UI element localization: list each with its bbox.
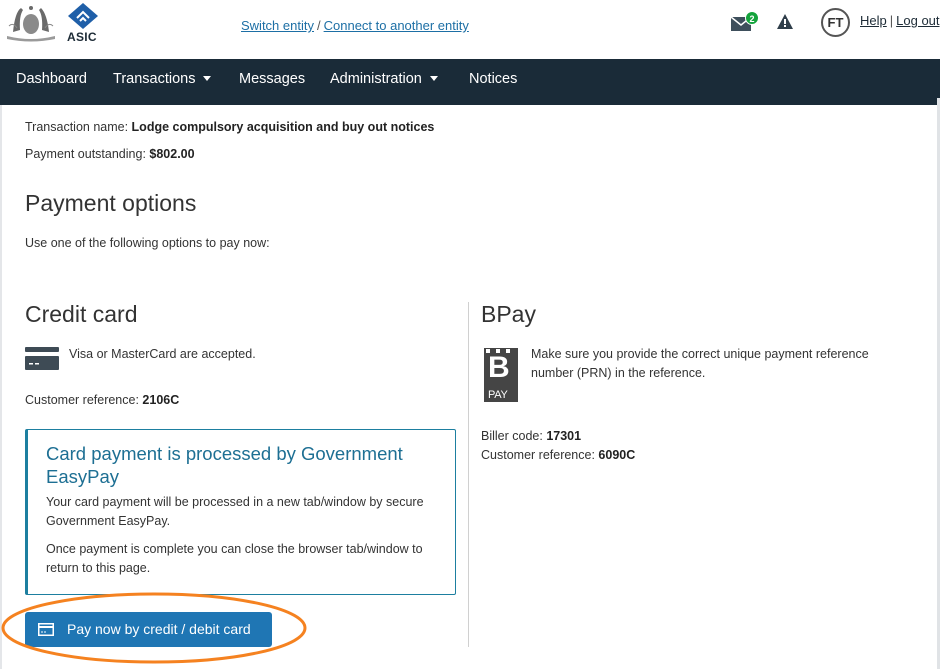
bpay-instructions: Make sure you provide the correct unique… (531, 347, 869, 380)
bpay-customer-reference-label: Customer reference: (481, 448, 595, 462)
logout-link[interactable]: Log out (896, 13, 939, 28)
alert-icon[interactable] (777, 14, 793, 29)
connect-entity-link[interactable]: Connect to another entity (324, 18, 469, 33)
nav-notices[interactable]: Notices (469, 59, 517, 105)
coat-of-arms-logo (7, 6, 55, 42)
easypay-return-note: Once payment is complete you can close t… (46, 542, 423, 575)
card-accepted-text: Visa or MasterCard are accepted. (69, 347, 256, 361)
unread-messages-badge: 2 (745, 11, 759, 25)
card-customer-reference-value: 2106C (142, 393, 180, 407)
switch-entity-link[interactable]: Switch entity (241, 18, 314, 33)
easypay-title: Card payment is processed by Government … (46, 443, 403, 487)
nav-transactions[interactable]: Transactions (113, 59, 212, 105)
easypay-info-box: Card payment is processed by Government … (25, 429, 456, 595)
credit-card-icon (38, 623, 54, 636)
easypay-description: Your card payment will be processed in a… (46, 495, 424, 528)
bpay-logo-b: B (488, 351, 510, 384)
help-link[interactable]: Help (860, 13, 887, 28)
help-separator: | (889, 13, 894, 28)
bpay-logo: B PAY (484, 348, 518, 402)
entity-links: Switch entity / Connect to another entity (241, 18, 469, 33)
caret-down-icon (429, 75, 438, 81)
help-logout-links: Help | Log out (860, 13, 940, 28)
bpay-biller-code-label: Biller code: (481, 429, 543, 443)
nav-dashboard[interactable]: Dashboard (16, 59, 87, 105)
bpay-heading: BPay (481, 301, 536, 327)
column-divider (468, 302, 469, 647)
credit-card-heading: Credit card (25, 301, 138, 327)
bpay-biller-code: Biller code: 17301 (481, 427, 581, 446)
card-customer-reference-label: Customer reference: (25, 393, 139, 407)
asic-logo-text: ASIC (67, 30, 97, 44)
payment-options-intro: Use one of the following options to pay … (25, 236, 270, 250)
bpay-customer-reference: Customer reference: 6090C (481, 446, 635, 465)
bpay-logo-text: PAY (488, 389, 508, 401)
payment-outstanding-value: $802.00 (149, 147, 195, 161)
transaction-name-label: Transaction name: (25, 120, 129, 134)
main-navbar: Dashboard Transactions Messages Administ… (0, 59, 940, 105)
transaction-name-value: Lodge compulsory acquisition and buy out… (131, 120, 435, 134)
page-frame-left (0, 105, 2, 669)
nav-messages[interactable]: Messages (239, 59, 305, 105)
caret-down-icon (203, 75, 212, 81)
nav-dashboard-label: Dashboard (16, 71, 87, 87)
bpay-customer-reference-value: 6090C (598, 448, 636, 462)
site-header: ASIC Switch entity / Connect to another en… (0, 0, 940, 59)
transaction-name: Transaction name: Lodge compulsory acqui… (25, 120, 434, 134)
nav-administration[interactable]: Administration (330, 59, 438, 105)
pay-by-card-button[interactable]: Pay now by credit / debit card (25, 612, 272, 647)
nav-administration-label: Administration (330, 71, 422, 87)
entity-links-separator: / (316, 18, 321, 33)
nav-transactions-label: Transactions (113, 71, 196, 87)
credit-card-icon (25, 347, 59, 370)
pay-by-card-button-label: Pay now by credit / debit card (67, 621, 251, 637)
payment-options-heading: Payment options (25, 190, 197, 216)
card-customer-reference: Customer reference: 2106C (25, 391, 179, 410)
nav-messages-label: Messages (239, 71, 306, 87)
nav-notices-label: Notices (469, 71, 518, 87)
payment-outstanding-label: Payment outstanding: (25, 147, 146, 161)
user-avatar[interactable]: FT (821, 8, 850, 37)
bpay-biller-code-value: 17301 (546, 429, 582, 443)
payment-outstanding: Payment outstanding: $802.00 (25, 147, 195, 161)
